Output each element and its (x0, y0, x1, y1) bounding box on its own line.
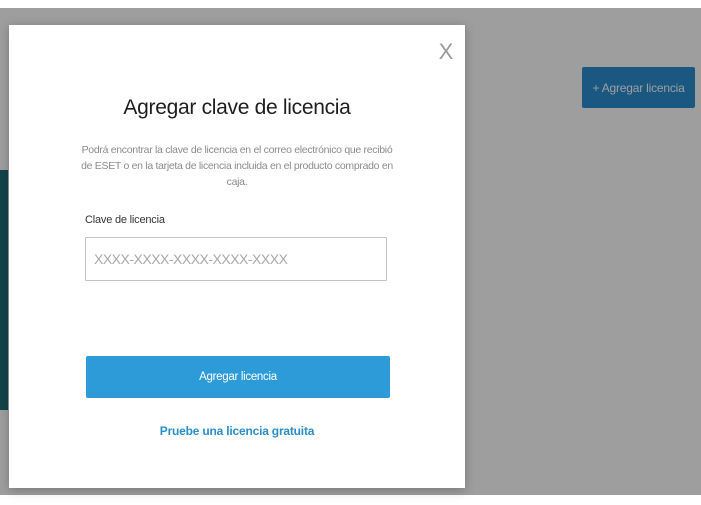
dialog-title: Agregar clave de licencia (123, 96, 351, 119)
submit-license-button[interactable]: Agregar licencia (86, 356, 390, 398)
dialog-description: Podrá encontrar la clave de licencia en … (81, 144, 393, 188)
license-key-label: Clave de licencia (85, 214, 165, 226)
close-icon[interactable]: X (435, 39, 457, 65)
top-band (0, 0, 701, 8)
license-key-input[interactable] (85, 237, 387, 281)
free-trial-link[interactable]: Pruebe una licencia gratuita (9, 424, 465, 438)
add-license-key-dialog: X Agregar clave de licencia Podrá encont… (9, 25, 465, 488)
